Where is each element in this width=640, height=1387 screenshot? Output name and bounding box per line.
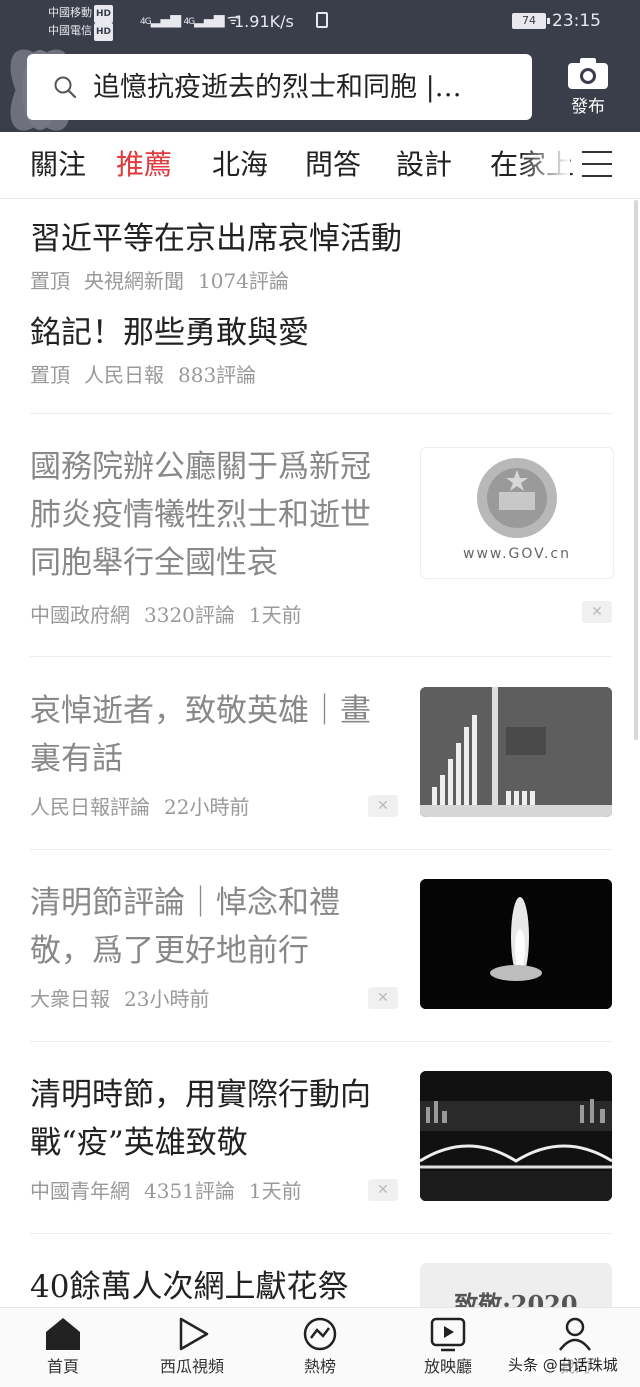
sim-icon [316,12,328,28]
list-item[interactable]: 清明時節，用實際行動向戰“疫”英雄致敬 中國青年網 4351評論 1天前 ✕ [30,1071,612,1211]
comment-count: 883評論 [178,363,257,387]
candle-image [420,879,612,1009]
news-title: 清明節評論｜悼念和禮敬，爲了更好地前行 [30,885,340,969]
nav-cinema[interactable]: 放映廳 [393,1316,503,1378]
news-time: 22小時前 [164,795,250,819]
pinned-tag: 置頂 [30,363,70,387]
news-time: 23小時前 [124,987,210,1011]
news-time: 1天前 [248,1179,302,1203]
pinned-tag: 置頂 [30,269,70,293]
news-title: 哀悼逝者，致敬英雄｜畫裏有話 [30,693,371,777]
thumb-caption: 致敬·2020 [454,1290,578,1307]
pinned-item[interactable]: 銘記！那些勇敢與愛 置頂 人民日報 883評論 [30,311,590,389]
news-meta: 大衆日報 23小時前 [30,985,223,1013]
news-title: 清明時節，用實際行動向戰“疫”英雄致敬 [30,1077,371,1161]
dismiss-button[interactable]: ✕ [368,987,398,1009]
comment-count: 4351評論 [144,1179,235,1203]
nav-label: 熱榜 [303,1357,336,1376]
nav-home[interactable]: 首頁 [8,1316,118,1378]
header: 中國移動 HD 中國電信 HD 4G▂▄▆ 4G▂▄▆ ᯤ 1.91K/s 74 2… [0,0,640,132]
nav-label: 首頁 [46,1357,79,1376]
home-icon [46,1318,80,1350]
publish-button[interactable]: 發布 [560,56,616,126]
nav-label: 放映廳 [423,1357,472,1376]
trending-icon [303,1317,337,1351]
divider [30,849,612,850]
status-bar: 中國移動 HD 中國電信 HD 4G▂▄▆ 4G▂▄▆ ᯤ 1.91K/s 74 2… [0,0,640,44]
scrollbar[interactable] [634,200,638,740]
pinned-item[interactable]: 習近平等在京出席哀悼活動 置頂 央視網新聞 1074評論 [30,217,590,295]
divider [30,1041,612,1042]
play-icon [179,1317,209,1351]
news-meta: 中國青年網 4351評論 1天前 [30,1177,316,1205]
screen-play-icon [430,1317,466,1352]
signal-icon: 4G▂▄▆ 4G▂▄▆ ᯤ [140,12,240,28]
carrier-1: 中國移動 [48,6,92,19]
search-input[interactable]: 追憶抗疫逝去的烈士和同胞 |… [93,70,523,106]
nav-label: 西瓜視頻 [159,1357,224,1376]
dismiss-button[interactable]: ✕ [368,1179,398,1201]
news-source: 人民日報評論 [30,795,150,819]
news-source: 大衆日報 [30,987,110,1011]
divider [30,413,612,414]
bridge-night-image [420,1071,612,1201]
news-meta: 置頂 人民日報 883評論 [30,361,590,389]
news-title: 習近平等在京出席哀悼活動 [30,221,402,257]
news-source: 人民日報 [84,363,164,387]
tab-design[interactable]: 設計 [396,146,452,184]
news-time: 1天前 [248,603,302,627]
news-thumbnail [420,879,612,1009]
nav-trending[interactable]: 熱榜 [265,1316,375,1378]
news-meta: 中國政府網 3320評論 1天前 [30,601,316,629]
search-icon [54,76,77,99]
news-feed[interactable]: 習近平等在京出席哀悼活動 置頂 央視網新聞 1074評論 銘記！那些勇敢與愛 置頂人… [0,199,640,1307]
news-source: 中國政府網 [30,603,130,627]
camera-icon [568,58,608,89]
news-source: 央視網新聞 [84,269,184,293]
news-thumbnail: www.GOV.cn [420,447,614,579]
tab-fade [520,132,570,198]
channel-tabs: 關注 推薦 北海 問答 設計 在家上 [0,132,640,199]
news-thumbnail [420,1071,612,1201]
user-icon [559,1317,591,1351]
hd-badge: HD [94,23,114,41]
battery-icon: 74 [512,13,550,29]
nav-xigua-video[interactable]: 西瓜視頻 [137,1316,247,1378]
list-item[interactable]: 哀悼逝者，致敬英雄｜畫裏有話 人民日報評論 22小時前 ✕ [30,687,612,827]
bottom-nav: 首頁 西瓜視頻 熱榜 放映廳 我的 [0,1307,640,1387]
carrier-2: 中國電信 [48,24,92,37]
divider [30,656,612,657]
search-bar[interactable]: 追憶抗疫逝去的烈士和同胞 |… [27,54,532,120]
watermark: 头条 @白话珠城 [508,1354,618,1375]
news-meta: 人民日報評論 22小時前 [30,793,263,821]
carrier-info: 中國移動 HD 中國電信 HD [48,4,114,41]
tab-beihai[interactable]: 北海 [212,146,268,184]
news-meta: 置頂 央視網新聞 1074評論 [30,267,590,295]
list-item[interactable]: 40餘萬人次網上獻花祭 致敬·2020 [30,1263,612,1307]
news-title: 40餘萬人次網上獻花祭 [30,1269,349,1305]
news-title: 國務院辦公廳關于爲新冠肺炎疫情犧牲烈士和逝世同胞舉行全國性哀 [30,449,371,581]
clock: 23:15 [552,11,601,31]
network-speed: 1.91K/s [234,12,294,31]
dismiss-button[interactable]: ✕ [582,601,612,623]
news-source: 中國青年網 [30,1179,130,1203]
hd-badge: HD [94,5,114,23]
tab-follow[interactable]: 關注 [30,146,86,184]
publish-label: 發布 [571,97,605,117]
dismiss-button[interactable]: ✕ [368,795,398,817]
tab-recommend[interactable]: 推薦 [116,146,172,184]
gov-url: www.GOV.cn [463,546,571,562]
menu-icon[interactable] [582,151,612,179]
comment-count: 3320評論 [144,603,235,627]
divider [30,1233,612,1234]
news-title: 銘記！那些勇敢與愛 [30,315,309,351]
comment-count: 1074評論 [198,269,289,293]
news-thumbnail [420,687,612,817]
mourning-crowd-image [420,687,612,817]
news-thumbnail: 致敬·2020 [420,1263,612,1307]
list-item[interactable]: 國務院辦公廳關于爲新冠肺炎疫情犧牲烈士和逝世同胞舉行全國性哀 中國政府網 3320… [30,443,614,643]
list-item[interactable]: 清明節評論｜悼念和禮敬，爲了更好地前行 大衆日報 23小時前 ✕ [30,879,612,1019]
tab-qa[interactable]: 問答 [305,146,361,184]
